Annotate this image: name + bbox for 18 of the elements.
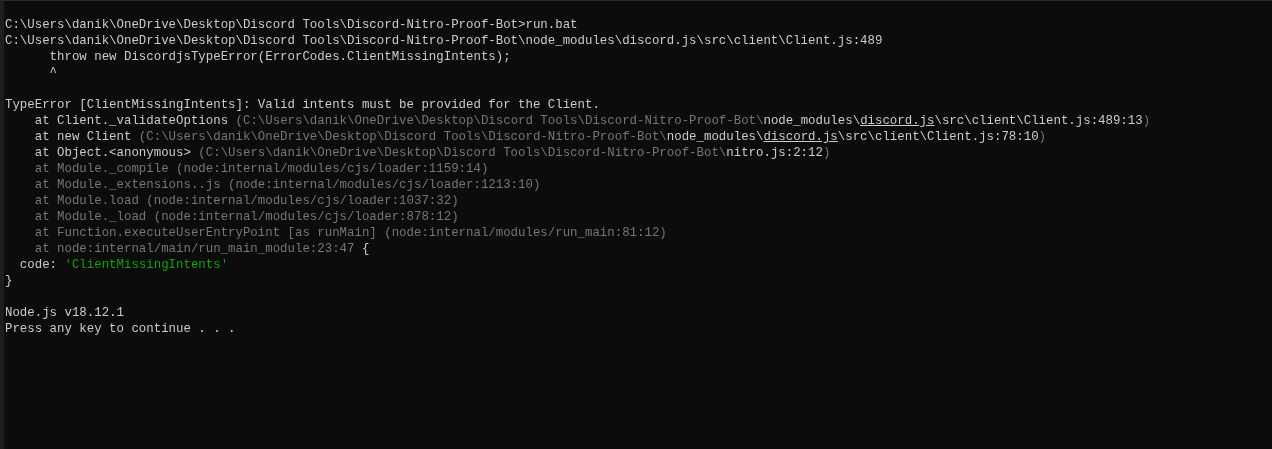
console-line: at Module.load (node:internal/modules/cjs/loader:1037:32): [33, 193, 459, 209]
console-line: throw new DiscordjsTypeError(ErrorCodes.ClientMissingIntents);: [48, 49, 511, 65]
console-line: C:\Users\danik\OneDrive\Desktop\Discord Tools\Discord-Nitro-Proof-Bot\node_modules\discord.js\src\client\Client.js:489: [5, 33, 883, 49]
console-line: at Function.executeUserEntryPoint [as runMain] (node:internal/modules/run_main:81:12): [33, 225, 667, 241]
console-line: TypeError [ClientMissingIntents]: Valid intents must be provided for the Client.: [5, 97, 600, 113]
console-line: at Module._extensions..js (node:internal/modules/cjs/loader:1213:10): [33, 177, 541, 193]
console-line: at Object.<anonymous> (C:\Users\danik\OneDrive\Desktop\Discord Tools\Discord-Nitro-Proof-Bot\nitro.js:2:12): [33, 145, 831, 161]
console-line: ^: [48, 65, 58, 81]
console-line: at node:internal/main/run_main_module:23:47 {: [33, 241, 370, 257]
console-line: at new Client (C:\Users\danik\OneDrive\Desktop\Discord Tools\Discord-Nitro-Proof-Bot\node_modules\discord.js\src\client\Client.js:78:10): [33, 129, 1046, 145]
console-line: C:\Users\danik\OneDrive\Desktop\Discord Tools\Discord-Nitro-Proof-Bot>run.bat: [5, 17, 578, 33]
console-line: Press any key to continue . . .: [5, 321, 236, 337]
console-line: at Client._validateOptions (C:\Users\danik\OneDrive\Desktop\Discord Tools\Discord-Nitro-Proof-Bot\node_modules\discord.js\src\client\Client.js:489:13): [33, 113, 1151, 129]
console-line: Node.js v18.12.1: [5, 305, 124, 321]
console-line: at Module._compile (node:internal/modules/cjs/loader:1159:14): [33, 161, 489, 177]
console-line: code: 'ClientMissingIntents': [18, 257, 229, 273]
console-line: at Module._load (node:internal/modules/cjs/loader:878:12): [33, 209, 459, 225]
console-line: }: [5, 273, 13, 289]
